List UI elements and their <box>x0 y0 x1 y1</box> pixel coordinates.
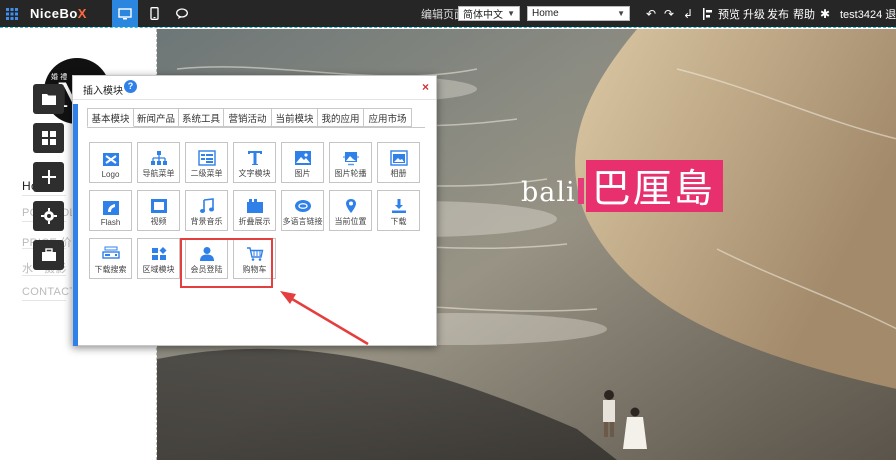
help-icon[interactable]: ? <box>124 80 137 93</box>
location-icon <box>345 199 356 213</box>
hero-title: bali 巴厘島 <box>521 160 723 212</box>
canvas-top-guide <box>0 27 896 28</box>
tab-divider <box>87 127 425 128</box>
flash-icon <box>102 201 119 215</box>
folder-icon <box>41 94 56 105</box>
toolbox-button[interactable] <box>33 240 64 270</box>
redo-icon[interactable]: ↷ <box>661 0 677 27</box>
preview-button[interactable]: 预览 <box>718 0 740 27</box>
annotation-highlight-box <box>180 238 273 288</box>
module-download[interactable]: 下载 <box>377 190 420 231</box>
settings-button[interactable] <box>33 201 64 231</box>
module-album[interactable]: 相册 <box>377 142 420 183</box>
divider <box>22 195 66 196</box>
nicebox-logo: NiceBo X <box>30 6 87 21</box>
language-icon <box>294 200 311 212</box>
gear-icon <box>40 208 57 224</box>
logo-icon <box>102 153 119 166</box>
apps-grid-icon[interactable] <box>0 0 24 27</box>
chevron-down-icon: ▼ <box>507 9 515 18</box>
music-icon <box>199 198 214 213</box>
desktop-view-icon[interactable] <box>112 0 138 27</box>
module-multilang-link[interactable]: 多语言链接 <box>281 190 324 231</box>
carousel-icon <box>342 152 359 166</box>
dialog-accent-stripe <box>73 104 78 346</box>
nav-menu-icon <box>150 151 167 165</box>
tab-current-modules[interactable]: 当前模块 <box>272 108 318 127</box>
video-icon <box>150 199 167 213</box>
undo-icon[interactable]: ↶ <box>643 0 659 27</box>
download-search-icon <box>101 246 120 259</box>
dialog-title: 插入模块 <box>83 86 123 97</box>
module-submenu[interactable]: 二级菜单 <box>185 142 228 183</box>
dialog-header[interactable]: 插入模块 ? × <box>73 76 436 100</box>
help-button[interactable]: 帮助 <box>793 0 815 27</box>
plus-icon <box>41 170 56 184</box>
module-logo[interactable]: Logo <box>89 142 132 183</box>
editor-toolbar: NiceBo X 编辑页面: 简体中文 ▼ Home ▼ ↶ ↷ ↲ 预览 升级 发布… <box>0 0 896 27</box>
add-module-button[interactable] <box>33 162 64 192</box>
page-select[interactable]: Home ▼ <box>527 6 630 21</box>
module-music[interactable]: 背景音乐 <box>185 190 228 231</box>
layout-button[interactable] <box>33 123 64 153</box>
return-icon[interactable]: ↲ <box>680 0 696 27</box>
download-icon <box>391 199 406 213</box>
tab-app-market[interactable]: 应用市场 <box>364 108 412 127</box>
pages-button[interactable] <box>33 84 64 114</box>
module-download-search[interactable]: 下载搜索 <box>89 238 132 279</box>
insert-module-dialog: 插入模块 ? × 基本模块 新闻产品 系统工具 营销活动 当前模块 我的应用 应… <box>72 75 437 346</box>
align-icon[interactable] <box>700 0 716 27</box>
divider <box>22 300 66 301</box>
module-text[interactable]: 文字模块 <box>233 142 276 183</box>
briefcase-icon <box>41 248 56 261</box>
user-account[interactable]: test3424 退出 <box>840 0 896 27</box>
gear-icon[interactable]: ✱ <box>817 0 833 27</box>
publish-button[interactable]: 发布 <box>767 0 789 27</box>
tab-my-apps[interactable]: 我的应用 <box>318 108 364 127</box>
upgrade-button[interactable]: 升级 <box>743 0 765 27</box>
tab-news-products[interactable]: 新闻产品 <box>134 108 179 127</box>
module-current-location[interactable]: 当前位置 <box>329 190 372 231</box>
module-video[interactable]: 视频 <box>137 190 180 231</box>
mobile-view-icon[interactable] <box>144 0 164 27</box>
chevron-down-icon: ▼ <box>617 9 625 18</box>
text-icon <box>247 151 262 165</box>
nav-item-contact[interactable]: CONTACT <box>22 286 76 298</box>
module-region[interactable]: 区域模块 <box>137 238 180 279</box>
layout-grid-icon <box>41 131 56 145</box>
submenu-icon <box>197 150 216 166</box>
tab-system-tools[interactable]: 系统工具 <box>179 108 224 127</box>
chat-icon[interactable] <box>172 0 194 27</box>
close-icon[interactable]: × <box>422 80 429 94</box>
tab-marketing[interactable]: 营销活动 <box>224 108 272 127</box>
module-flash[interactable]: Flash <box>89 190 132 231</box>
module-accordion[interactable]: 折叠展示 <box>233 190 276 231</box>
title-accent-bar <box>577 178 584 204</box>
album-icon <box>389 150 408 166</box>
module-image[interactable]: 图片 <box>281 142 324 183</box>
region-icon <box>151 247 166 260</box>
language-select[interactable]: 简体中文 ▼ <box>458 6 520 21</box>
accordion-icon <box>246 199 263 213</box>
tab-basic[interactable]: 基本模块 <box>87 108 134 127</box>
divider <box>22 275 66 276</box>
image-icon <box>294 151 311 165</box>
module-carousel[interactable]: 图片轮播 <box>329 142 372 183</box>
module-tabs: 基本模块 新闻产品 系统工具 营销活动 当前模块 我的应用 应用市场 <box>87 108 412 127</box>
module-nav-menu[interactable]: 导航菜单 <box>137 142 180 183</box>
